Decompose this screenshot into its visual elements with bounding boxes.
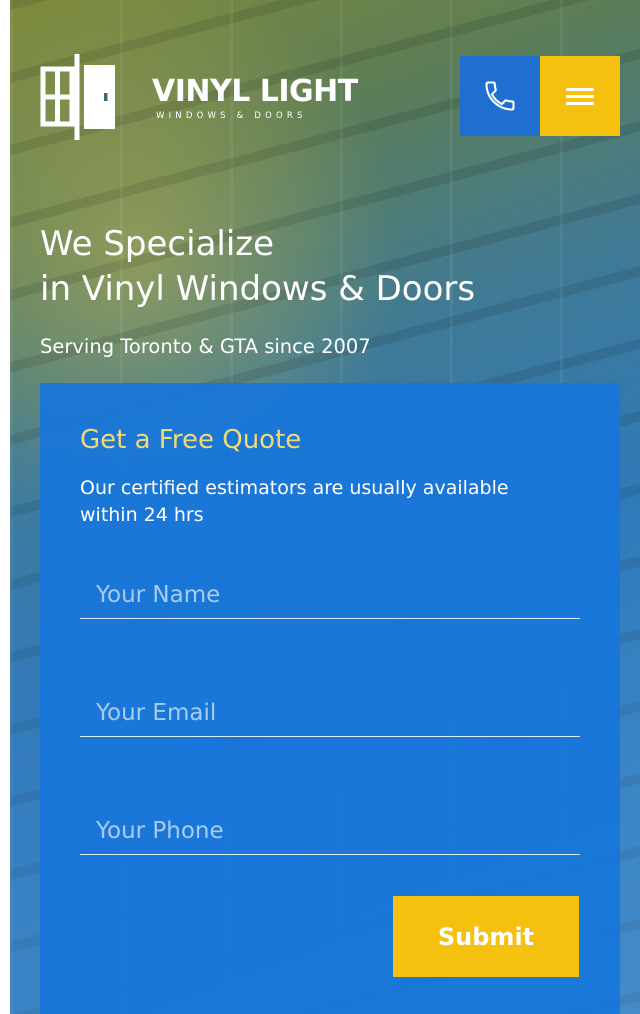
brand-title: VINYL LIGHT — [152, 74, 358, 109]
menu-button[interactable] — [540, 56, 620, 136]
window-door-logo-icon — [40, 54, 115, 140]
hero-tagline: Serving Toronto & GTA since 2007 — [40, 335, 371, 358]
phone-icon — [485, 81, 515, 111]
email-field[interactable] — [80, 689, 580, 737]
name-field[interactable] — [80, 571, 580, 619]
call-button[interactable] — [460, 56, 540, 136]
quote-form-title: Get a Free Quote — [80, 425, 302, 455]
brand-logo[interactable]: VINYL LIGHT WINDOWS & DOORS — [40, 52, 380, 142]
brand-subtitle: WINDOWS & DOORS — [156, 111, 307, 121]
phone-field[interactable] — [80, 807, 580, 855]
headline-line-1: We Specialize — [40, 224, 275, 264]
submit-button[interactable]: Submit — [393, 896, 579, 977]
hamburger-menu-icon — [566, 84, 594, 109]
hero-headline: We Specialize in Vinyl Windows & Doors — [40, 222, 475, 312]
headline-line-2: in Vinyl Windows & Doors — [40, 269, 476, 309]
quote-form: Get a Free Quote Our certified estimator… — [40, 383, 620, 1014]
quote-form-description: Our certified estimators are usually ava… — [80, 477, 509, 526]
